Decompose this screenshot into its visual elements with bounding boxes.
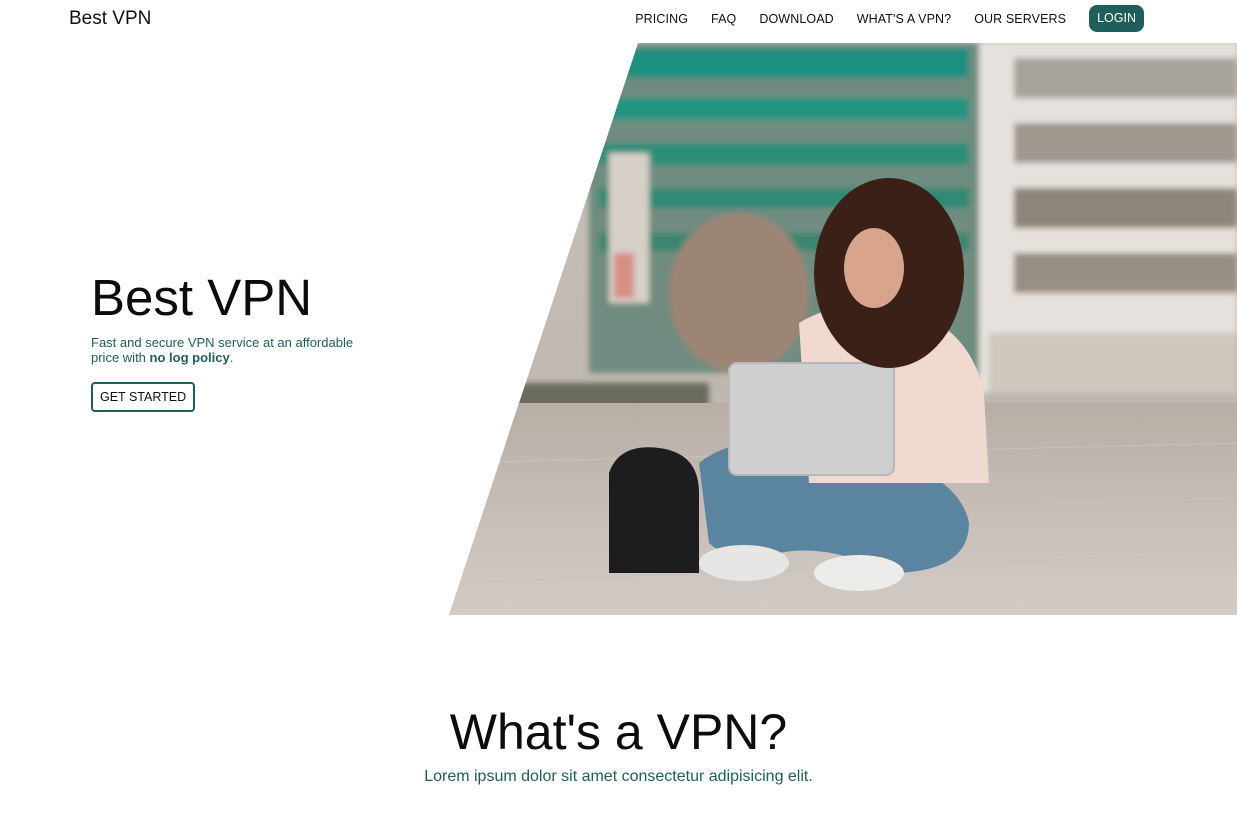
brand-logo[interactable]: Best VPN [69, 8, 151, 30]
nav-item-whats-a-vpn[interactable]: WHAT'S A VPN? [857, 12, 951, 26]
top-navbar: Best VPN PRICING FAQ DOWNLOAD WHAT'S A V… [0, 0, 1237, 40]
hero-subtitle-highlight: no log policy [149, 350, 230, 365]
nav-item-download[interactable]: DOWNLOAD [759, 12, 833, 26]
hero-subtitle-end: . [229, 350, 234, 365]
nav-item-faq[interactable]: FAQ [711, 12, 736, 26]
whats-a-vpn-section: What's a VPN? Lorem ipsum dolor sit amet… [0, 700, 1237, 786]
hero-subtitle: Fast and secure VPN service at an afford… [91, 335, 361, 365]
get-started-button[interactable]: GET STARTED [91, 382, 196, 412]
hero-text: Best VPN Fast and secure VPN service at … [91, 270, 391, 412]
nav-item-pricing[interactable]: PRICING [635, 12, 688, 26]
nav-item-our-servers[interactable]: OUR SERVERS [974, 12, 1066, 26]
nav-menu: PRICING FAQ DOWNLOAD WHAT'S A VPN? OUR S… [612, 5, 1144, 32]
section-subtitle: Lorem ipsum dolor sit amet consectetur a… [424, 768, 813, 785]
hero-title: Best VPN [91, 269, 313, 326]
section-title: What's a VPN? [449, 704, 788, 760]
login-button[interactable]: LOGIN [1089, 5, 1144, 32]
hero-photo [449, 43, 1237, 615]
